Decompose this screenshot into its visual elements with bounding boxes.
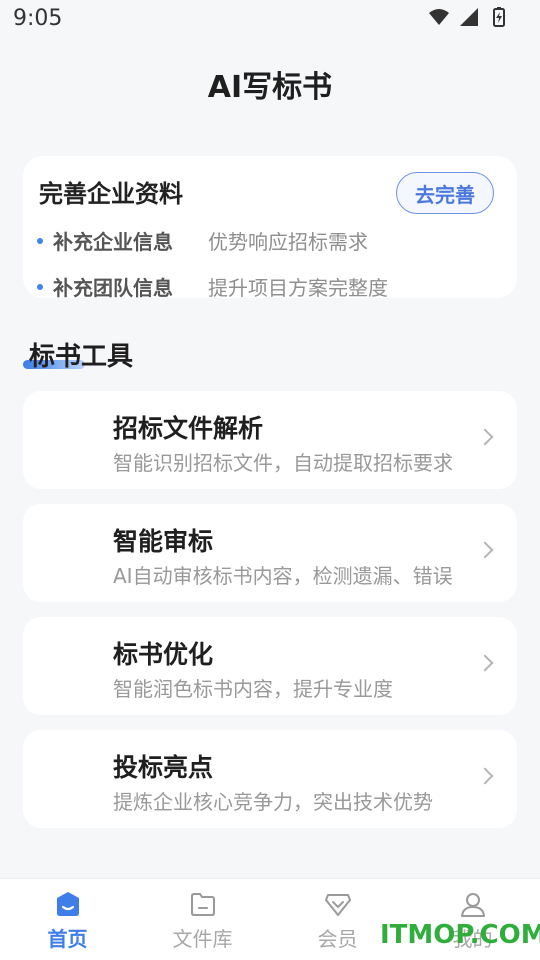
battery-icon	[488, 6, 510, 28]
section-title: 标书工具	[29, 342, 134, 372]
profile-card-title: 完善企业资料	[39, 180, 183, 208]
nav-item-files[interactable]: 文件库	[135, 879, 270, 960]
nav-label: 会员	[317, 927, 358, 951]
profile-item-team[interactable]: 补充团队信息 提升项目方案完整度	[37, 272, 388, 298]
section-header: 标书工具	[23, 336, 133, 372]
tool-desc: AI自动审核标书内容，检测遗漏、错误	[113, 564, 453, 588]
tool-name: 智能审标	[113, 527, 214, 556]
tool-desc: 提炼企业核心竞争力，突出技术优势	[113, 790, 433, 814]
status-icons	[428, 6, 510, 28]
watermark: ITMOP.COM	[380, 920, 540, 950]
tool-card-highlights[interactable]: 投标亮点 提炼企业核心竞争力，突出技术优势	[23, 730, 517, 828]
chevron-right-icon	[476, 541, 494, 559]
wifi-icon	[428, 6, 450, 28]
bullet-dot	[37, 283, 43, 290]
chevron-right-icon	[476, 428, 494, 446]
cell-signal-icon	[458, 6, 480, 28]
status-time: 9:05	[13, 6, 63, 31]
tool-card-smart-review[interactable]: 智能审标 AI自动审核标书内容，检测遗漏、错误	[23, 504, 517, 602]
app-screen: 9:05 AI写标书 完善企业资料 去完善 补充企业信息 优势响应招标需求 补充…	[0, 0, 540, 960]
tool-desc: 智能润色标书内容，提升专业度	[113, 677, 393, 701]
tool-name: 招标文件解析	[113, 414, 264, 443]
profile-item-company[interactable]: 补充企业信息 优势响应招标需求	[37, 226, 368, 255]
tool-desc: 智能识别招标文件，自动提取招标要求	[113, 451, 453, 475]
profile-item-desc: 提升项目方案完整度	[208, 276, 388, 298]
profile-icon	[460, 893, 485, 917]
chevron-right-icon	[476, 654, 494, 672]
tool-card-optimize[interactable]: 标书优化 智能润色标书内容，提升专业度	[23, 617, 517, 715]
bullet-dot	[37, 237, 43, 244]
tool-name: 投标亮点	[113, 753, 214, 782]
nav-label: 首页	[47, 927, 88, 951]
page-title: AI写标书	[207, 70, 333, 105]
complete-profile-card: 完善企业资料 去完善 补充企业信息 优势响应招标需求 补充团队信息 提升项目方案…	[23, 156, 517, 298]
tool-card-bid-parsing[interactable]: 招标文件解析 智能识别招标文件，自动提取招标要求	[23, 391, 517, 489]
vip-icon	[324, 894, 351, 916]
chevron-right-icon	[476, 767, 494, 785]
home-icon	[56, 892, 79, 916]
complete-profile-button[interactable]: 去完善	[396, 172, 494, 214]
profile-item-label: 补充企业信息	[53, 230, 173, 254]
nav-item-home[interactable]: 首页	[0, 879, 135, 960]
tool-name: 标书优化	[113, 640, 214, 669]
profile-item-label: 补充团队信息	[53, 276, 173, 298]
nav-label: 文件库	[172, 927, 233, 951]
status-bar: 9:05	[0, 0, 540, 38]
profile-item-desc: 优势响应招标需求	[208, 230, 368, 254]
folder-icon	[190, 893, 215, 916]
